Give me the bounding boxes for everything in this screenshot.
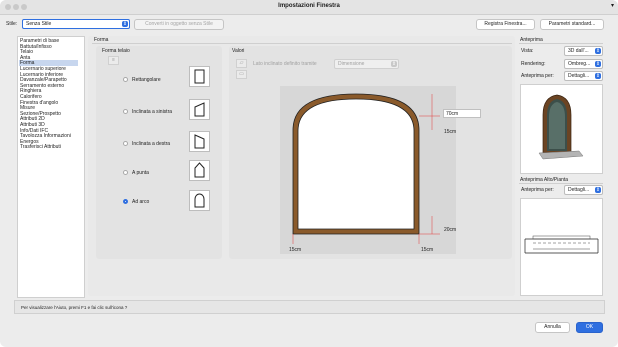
settings-window: Impostazioni Finestra ▾ Stile: Senza Sti… — [0, 0, 618, 347]
slant-side-label: Lato inclinato definito tramite — [253, 61, 317, 67]
radio-inclinata-sinistra[interactable] — [123, 109, 128, 114]
plan-preview-divider — [519, 183, 603, 184]
dimension-input-value: 70cm — [446, 111, 459, 117]
save-window-button[interactable]: Registra Finestra... — [476, 19, 535, 30]
option-label: A punta — [132, 170, 149, 176]
rendering-dropdown-value: Ombreg... — [568, 61, 591, 67]
preview-for-label: Anteprima per: — [521, 73, 554, 79]
rendering-dropdown[interactable]: Ombreg... ⇕ — [564, 59, 603, 69]
dimension-input[interactable]: 70cm — [443, 109, 481, 118]
values-label: Valori — [232, 48, 245, 54]
preview-divider — [519, 43, 603, 44]
slant-side-dropdown[interactable]: Dimensione ⇕ — [334, 59, 399, 69]
window-title: Impostazioni Finestra — [278, 3, 340, 9]
plan-preview-for-dropdown[interactable]: Dettagli... ⇕ — [564, 185, 603, 195]
options-icon[interactable]: ≡ — [108, 56, 119, 65]
window-menu-arrow-icon[interactable]: ▾ — [611, 2, 614, 9]
radio-rettangolare[interactable] — [123, 77, 128, 82]
chevron-updown-icon: ⇕ — [595, 48, 601, 54]
radio-inclinata-destra[interactable] — [123, 141, 128, 146]
plan-preview-for-value: Dettagli... — [568, 187, 590, 193]
window-shape-preview — [280, 86, 456, 254]
view-dropdown[interactable]: 3D dall'... ⇕ — [564, 46, 603, 56]
nav-item[interactable]: Trasferisci Attributi — [19, 144, 78, 150]
plan-preview-for-label: Anteprima per: — [521, 187, 554, 193]
slant-left-window-icon[interactable] — [189, 99, 210, 120]
chevron-updown-icon: ⇕ — [122, 21, 128, 27]
preview-for-dropdown[interactable]: Dettagli... ⇕ — [564, 71, 603, 81]
radio-ad-arco[interactable] — [123, 199, 128, 204]
convert-style-button[interactable]: Converti in oggetto senza Stile — [134, 19, 224, 30]
radio-a-punta[interactable] — [123, 170, 128, 175]
3d-preview — [520, 84, 603, 174]
preview-toggle-icon[interactable]: ▭ — [236, 70, 247, 79]
slant-side-value: Dimensione — [338, 61, 365, 67]
chevron-updown-icon: ⇕ — [595, 73, 601, 79]
option-label: Inclinata a destra — [132, 141, 171, 147]
help-text: Per visualizzare l'Aiuto, premi F1 e fai… — [21, 305, 128, 310]
title-bar: Impostazioni Finestra ▾ — [0, 0, 618, 15]
dim-right-upper: 15cm — [444, 129, 457, 135]
view-dropdown-value: 3D dall'... — [568, 48, 589, 54]
chevron-updown-icon: ⇕ — [595, 187, 601, 193]
ok-button[interactable]: OK — [576, 322, 603, 333]
style-label: Stile: — [6, 21, 18, 27]
frame-shape-label: Forma telaio — [102, 48, 130, 54]
chevron-updown-icon: ⇕ — [595, 61, 601, 67]
dim-bottom-right: 15cm — [421, 247, 434, 253]
option-label: Ad arco — [132, 199, 150, 205]
plan-preview — [520, 198, 603, 296]
dim-bottom-left: 15cm — [289, 247, 302, 253]
slant-side-icon: ▱ — [236, 59, 247, 68]
slant-right-window-icon[interactable] — [189, 131, 210, 152]
view-label: Vista: — [521, 48, 534, 54]
option-label: Rettangolare — [132, 77, 161, 83]
arched-window-icon[interactable] — [189, 190, 210, 211]
rendering-label: Rendering: — [521, 61, 546, 67]
dim-right-lower: 20cm — [444, 227, 457, 233]
pointed-window-icon[interactable] — [189, 160, 210, 181]
style-dropdown[interactable]: Senza Stile ⇕ — [22, 19, 130, 29]
preview-for-dropdown-value: Dettagli... — [568, 73, 590, 79]
standard-parameters-button[interactable]: Parametri standard... — [540, 19, 604, 30]
chevron-updown-icon: ⇕ — [391, 61, 397, 67]
help-bar: Per visualizzare l'Aiuto, premi F1 e fai… — [14, 300, 605, 314]
style-dropdown-value: Senza Stile — [26, 21, 52, 27]
cancel-button[interactable]: Annulla — [535, 322, 570, 333]
option-label: Inclinata a sinistra — [132, 109, 173, 115]
rect-window-icon[interactable] — [189, 66, 210, 87]
section-divider — [92, 43, 512, 44]
